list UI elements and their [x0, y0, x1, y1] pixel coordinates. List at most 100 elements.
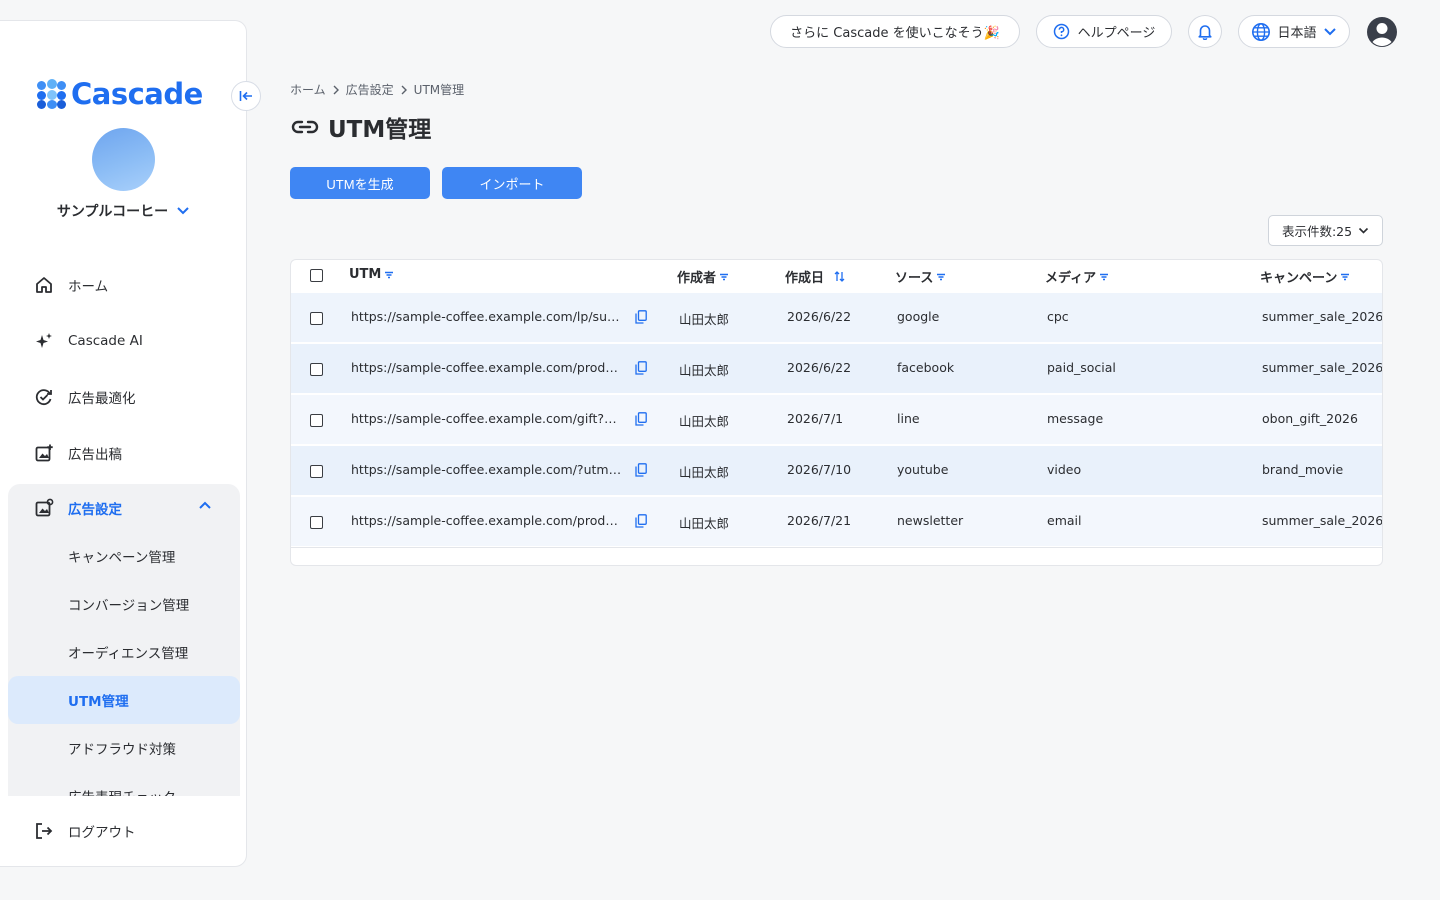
sidebar-item-label: コンバージョン管理	[68, 598, 190, 614]
collapse-sidebar-button[interactable]	[231, 81, 261, 111]
source: facebook	[897, 360, 955, 375]
horizontal-scrollbar[interactable]	[291, 547, 1382, 548]
created-date: 2026/7/10	[787, 462, 852, 477]
sidebar-item-cascade-ai[interactable]: Cascade AI	[0, 313, 247, 369]
sidebar-item-label: オーディエンス管理	[68, 646, 189, 662]
sidebar-item-ad-settings[interactable]: 広告設定	[8, 484, 240, 532]
author: 山田太郎	[679, 465, 730, 480]
utm-table: UTM 作成者 作成日 ソース メディア キャンペーン https://samp…	[290, 259, 1383, 566]
bell-icon	[1198, 25, 1212, 40]
table-row[interactable]: https://sample-coffee.example.com/lp/sum…	[291, 293, 1383, 342]
column-header-campaign[interactable]: キャンペーン	[1260, 267, 1350, 286]
column-label: キャンペーン	[1260, 271, 1338, 286]
row-checkbox[interactable]	[310, 465, 323, 478]
collapse-left-icon	[239, 91, 252, 101]
author: 山田太郎	[679, 363, 730, 378]
logout-button[interactable]: ログアウト	[34, 821, 136, 841]
created-date: 2026/7/1	[787, 411, 844, 426]
user-avatar-icon	[1367, 17, 1397, 47]
filter-icon[interactable]	[719, 273, 729, 281]
select-all-checkbox[interactable]	[310, 269, 323, 282]
utm-url: https://sample-coffee.example.com/?utm_s…	[351, 462, 623, 477]
sidebar-group-label: 広告設定	[68, 502, 122, 518]
sidebar-item-label: 広告表現チェック	[68, 786, 176, 796]
company-avatar	[92, 128, 155, 191]
notifications-button[interactable]	[1188, 15, 1222, 48]
campaign: brand_movie	[1262, 462, 1344, 477]
sidebar-item-home[interactable]: ホーム	[0, 257, 247, 313]
table-row[interactable]: https://sample-coffee.example.com/produc…	[291, 497, 1383, 546]
medium: cpc	[1047, 309, 1069, 324]
filter-icon[interactable]	[1340, 273, 1350, 281]
sidebar-item-label: ホーム	[68, 279, 109, 295]
promo-button[interactable]: さらに Cascade を使いこなそう🎉	[770, 15, 1020, 48]
author: 山田太郎	[679, 414, 730, 429]
per-page-select[interactable]: 表示件数:25	[1268, 215, 1383, 246]
language-selector[interactable]: 日本語	[1238, 15, 1350, 48]
row-checkbox[interactable]	[310, 312, 323, 325]
column-label: 作成日	[785, 271, 825, 286]
filter-icon[interactable]	[936, 273, 946, 281]
cascade-logo[interactable]: Cascade	[37, 77, 203, 111]
campaign: obon_gift_2026	[1262, 411, 1358, 426]
sparkle-icon	[34, 331, 54, 351]
copy-icon[interactable]	[635, 361, 647, 375]
optimize-icon	[34, 387, 54, 407]
sidebar-nav: ホーム Cascade AI 広告最適化 広告出稿	[0, 257, 247, 481]
sidebar-item-label: キャンペーン管理	[68, 550, 176, 566]
filter-icon[interactable]	[384, 271, 394, 279]
row-checkbox[interactable]	[310, 414, 323, 427]
link-icon	[291, 120, 319, 134]
table-row[interactable]: https://sample-coffee.example.com/gift?u…	[291, 395, 1382, 444]
source: line	[897, 411, 920, 426]
copy-icon[interactable]	[635, 514, 647, 528]
import-button[interactable]: インポート	[442, 167, 582, 199]
filter-icon[interactable]	[1099, 273, 1109, 281]
table-row[interactable]: https://sample-coffee.example.com/produc…	[291, 344, 1383, 393]
source: google	[897, 309, 940, 324]
generate-utm-button[interactable]: UTMを生成	[290, 167, 430, 199]
sidebar-item-label: アドフラウド対策	[68, 742, 176, 758]
column-header-utm[interactable]: UTM	[349, 267, 394, 282]
campaign: summer_sale_2026	[1262, 513, 1383, 528]
created-date: 2026/7/21	[787, 513, 852, 528]
sidebar-item-audience-management[interactable]: オーディエンス管理	[8, 628, 240, 676]
chevron-right-icon	[333, 85, 339, 94]
sidebar-item-ad-optimization[interactable]: 広告最適化	[0, 369, 247, 425]
medium: video	[1047, 462, 1082, 477]
column-header-created-date[interactable]: 作成日	[785, 267, 845, 286]
breadcrumb-ad-settings[interactable]: 広告設定	[346, 81, 394, 98]
help-page-button[interactable]: ヘルプページ	[1036, 15, 1172, 48]
source: youtube	[897, 462, 949, 477]
copy-icon[interactable]	[635, 463, 647, 477]
chevron-down-icon	[177, 207, 189, 215]
sidebar-item-utm-management[interactable]: UTM管理	[8, 676, 240, 724]
user-account-button[interactable]	[1366, 16, 1398, 48]
sidebar-item-ad-expression-check[interactable]: 広告表現チェック	[8, 772, 240, 796]
column-header-medium[interactable]: メディア	[1045, 267, 1109, 286]
copy-icon[interactable]	[635, 310, 647, 324]
campaign: summer_sale_2026	[1262, 309, 1383, 324]
logout-icon	[34, 821, 54, 841]
company-selector[interactable]: サンプルコーヒー	[0, 201, 247, 221]
sidebar-item-campaign-management[interactable]: キャンペーン管理	[8, 532, 240, 580]
sidebar-item-conversion-management[interactable]: コンバージョン管理	[8, 580, 240, 628]
column-header-author[interactable]: 作成者	[677, 267, 729, 286]
sidebar-item-ad-fraud[interactable]: アドフラウド対策	[8, 724, 240, 772]
sidebar-group-ad-settings: 広告設定 キャンペーン管理 コンバージョン管理 オーディエンス管理 UTM管理 …	[8, 484, 240, 796]
row-checkbox[interactable]	[310, 363, 323, 376]
chevron-up-icon	[199, 501, 211, 509]
chevron-down-icon	[1358, 227, 1369, 234]
table-header: UTM 作成者 作成日 ソース メディア キャンペーン	[291, 260, 1382, 293]
page-title: UTM管理	[290, 110, 431, 144]
sort-icon[interactable]	[834, 271, 845, 282]
table-row[interactable]: https://sample-coffee.example.com/?utm_s…	[291, 446, 1382, 495]
breadcrumb-home[interactable]: ホーム	[290, 81, 326, 98]
row-checkbox[interactable]	[310, 516, 323, 529]
column-header-source[interactable]: ソース	[895, 267, 946, 286]
company-name: サンプルコーヒー	[56, 204, 169, 220]
sidebar-item-ad-publish[interactable]: 広告出稿	[0, 425, 247, 481]
chevron-down-icon	[1323, 27, 1336, 35]
campaign: summer_sale_2026	[1262, 360, 1383, 375]
copy-icon[interactable]	[635, 412, 647, 426]
